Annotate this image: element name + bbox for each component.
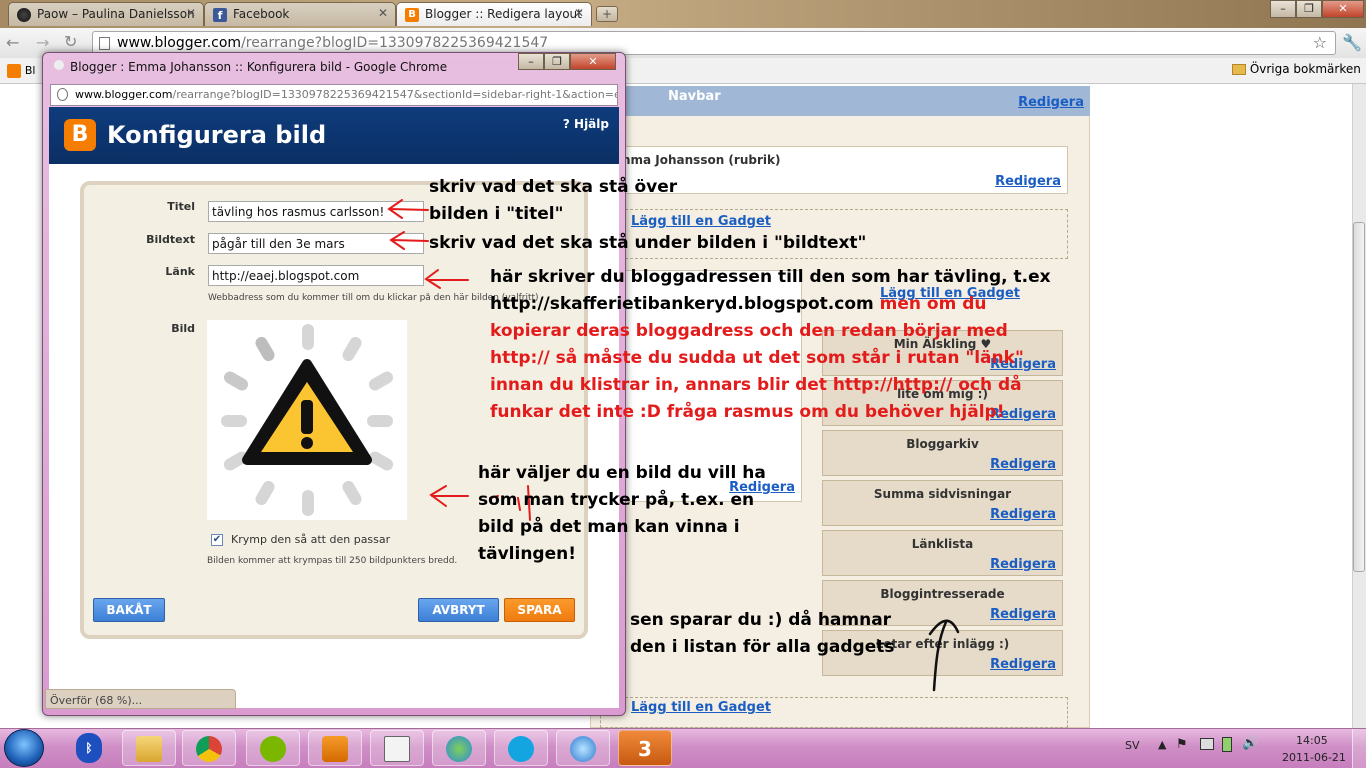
annotation-link-2-red: men om du [873, 294, 987, 314]
arrow-to-caption [389, 231, 429, 250]
annotation-link-1: här skriver du bloggadressen till den so… [490, 267, 1051, 287]
arrow-to-title [387, 199, 429, 219]
taskbar-itunes[interactable] [556, 730, 610, 766]
folder-icon [136, 736, 162, 762]
example-url: http://skafferietibankeryd.blogspot.com [490, 294, 874, 314]
annotation-image-4: tävlingen! [478, 544, 576, 564]
notepad-icon [384, 736, 410, 762]
annotation-image-2: som man trycker på, t.ex. en [478, 490, 755, 510]
annotation-save-1: sen sparar du :) då hamnar [630, 610, 892, 630]
taskbar-three[interactable]: 3 [618, 730, 672, 766]
clock-date[interactable]: 2011-06-21 [1282, 751, 1346, 764]
spotify-icon [260, 736, 286, 762]
taskbar-explorer[interactable] [122, 730, 176, 766]
messenger-icon [446, 736, 472, 762]
taskbar-chrome[interactable] [182, 730, 236, 766]
arrow-up-to-gadget [928, 619, 960, 692]
power-icon[interactable] [1222, 737, 1232, 752]
itunes-icon [570, 736, 596, 762]
annotation-link-2: http://skafferietibankeryd.blogspot.com … [490, 291, 987, 318]
show-hidden-icons[interactable]: ▲ [1158, 738, 1166, 751]
annotation-link-3: kopierar deras bloggadress och den redan… [490, 321, 1008, 341]
annotation-title-2: bilden i "titel" [429, 204, 564, 224]
start-button[interactable] [4, 729, 44, 767]
annotation-link-5: innan du klistrar in, annars blir det ht… [490, 375, 1022, 395]
show-desktop-button[interactable] [1352, 729, 1366, 768]
language-indicator[interactable]: SV [1125, 739, 1140, 752]
taskbar-spotify[interactable] [246, 730, 300, 766]
chrome-icon [196, 736, 222, 762]
flag-icon[interactable]: ⚑ [1176, 737, 1188, 752]
annotation-save-2: den i listan för alla gadgets [630, 637, 895, 657]
volume-icon[interactable]: 🔊 [1242, 736, 1258, 751]
annotation-title-1: skriv vad det ska stå över [429, 177, 678, 197]
arrow-to-image [429, 485, 469, 507]
arrow-to-link [424, 269, 469, 289]
network-icon[interactable] [1200, 738, 1214, 750]
taskbar-skype[interactable] [494, 730, 548, 766]
annotation-link-4: http:// så måste du sudda ut det som stå… [490, 348, 1024, 368]
media-player-icon [322, 736, 348, 762]
taskbar-notepad[interactable] [370, 730, 424, 766]
three-icon: 3 [638, 737, 652, 761]
annotation-link-6: funkar det inte :D fråga rasmus om du be… [490, 402, 1005, 422]
annotation-caption: skriv vad det ska stå under bilden i "bi… [429, 233, 867, 253]
skype-icon [508, 736, 534, 762]
annotation-image-3: bild på det man kan vinna i [478, 517, 740, 537]
clock-time[interactable]: 14:05 [1296, 734, 1328, 747]
annotation-image-1: här väljer du en bild du vill ha [478, 463, 766, 483]
taskbar-messenger[interactable] [432, 730, 486, 766]
bluetooth-icon[interactable]: ᛒ [76, 733, 102, 763]
taskbar-media-player[interactable] [308, 730, 362, 766]
